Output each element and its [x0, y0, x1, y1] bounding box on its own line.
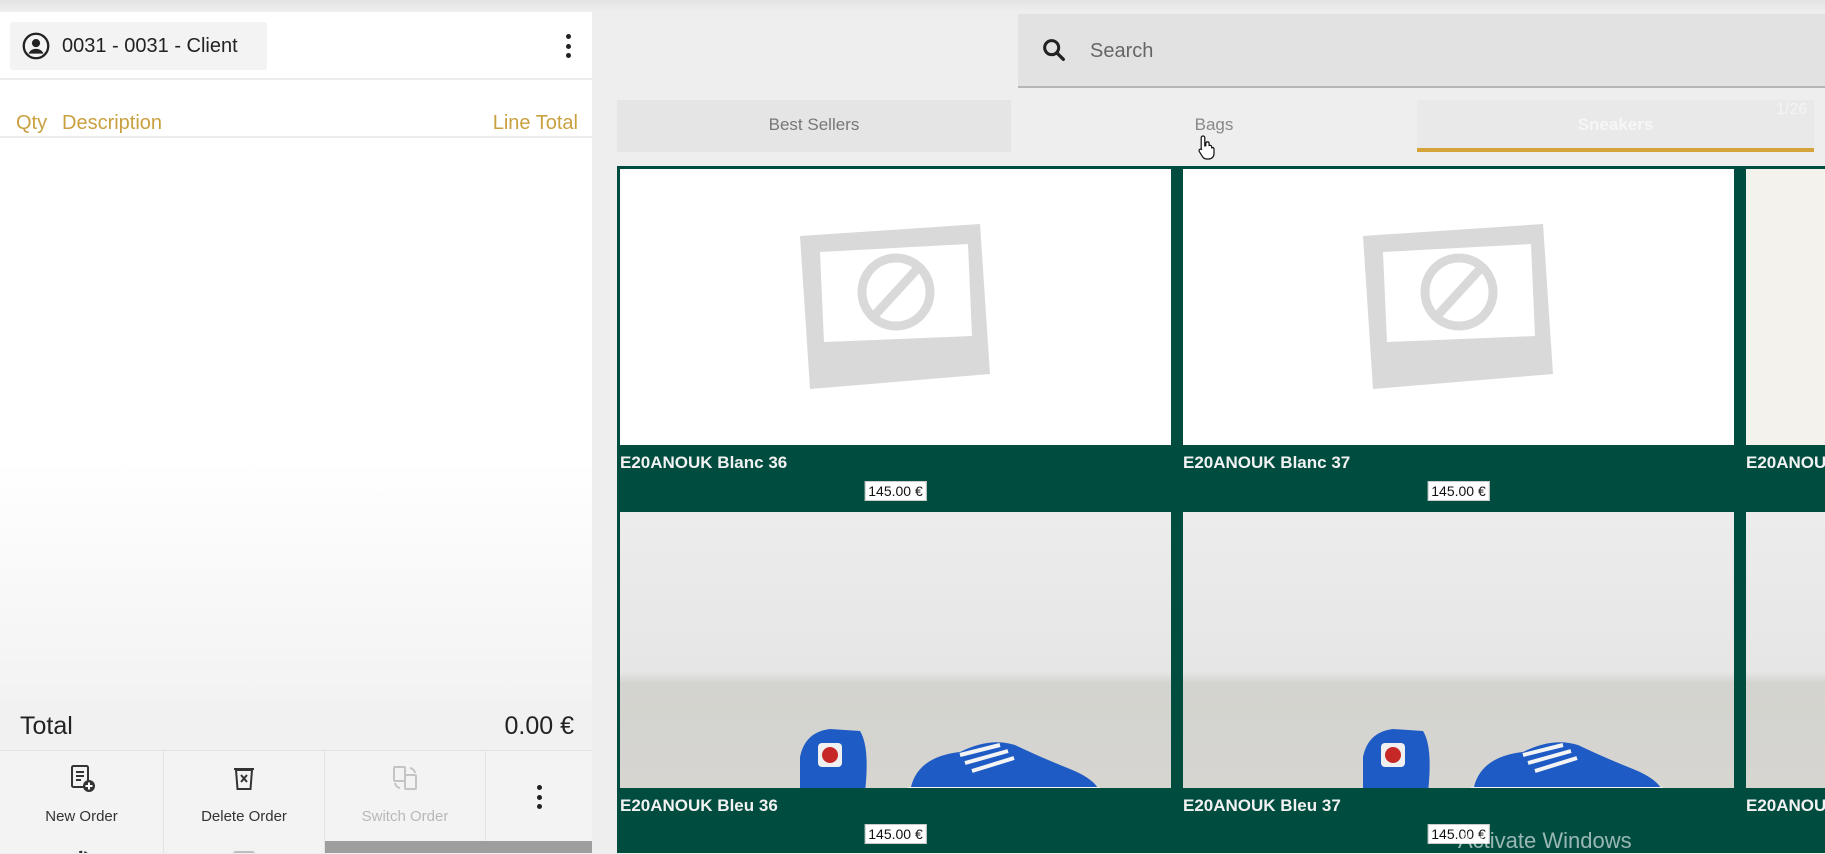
- product-name: E20ANOU: [1746, 796, 1825, 815]
- order-actions-bar: New Order Delete Order Switch Order: [0, 750, 592, 841]
- product-name: E20ANOU: [1746, 453, 1825, 472]
- switch-order-button[interactable]: Switch Order: [325, 751, 486, 841]
- product-image: [620, 512, 1171, 788]
- order-more-options-icon[interactable]: [564, 34, 572, 58]
- product-card[interactable]: E20ANOUK Blanc 37 145.00 €: [1180, 166, 1737, 507]
- order-table-header: Qty Description Line Total: [0, 98, 592, 148]
- product-card[interactable]: E20ANOU: [1743, 509, 1825, 850]
- product-image: [1183, 169, 1734, 445]
- tab-label: Best Sellers: [768, 115, 860, 134]
- new-order-button[interactable]: New Order: [0, 751, 164, 841]
- hand-cursor-icon: [1198, 135, 1215, 160]
- kebab-menu-icon: [535, 785, 543, 809]
- product-price: 145.00 €: [864, 824, 927, 844]
- trash-icon: [234, 768, 254, 790]
- product-name: E20ANOUK Blanc 36: [620, 453, 788, 472]
- new-order-icon: [70, 765, 95, 792]
- more-actions-button[interactable]: [486, 751, 592, 841]
- product-card[interactable]: E20ANOU: [1743, 166, 1825, 507]
- tab-sneakers[interactable]: Sneakers: [1417, 100, 1814, 152]
- product-price: 145.00 €: [864, 481, 927, 501]
- column-description: Description: [62, 112, 163, 134]
- product-image: [620, 169, 1171, 445]
- new-order-label: New Order: [45, 808, 118, 825]
- total-label: Total: [20, 712, 73, 740]
- settings-button[interactable]: [0, 841, 164, 853]
- sneaker-photo: [1363, 729, 1663, 788]
- switch-order-label: Switch Order: [361, 808, 449, 825]
- switch-order-icon: [393, 766, 417, 790]
- search-input[interactable]: [1088, 28, 1792, 74]
- product-grid: E20ANOUK Blanc 36 145.00 € E20ANOUK Blan…: [617, 166, 1825, 853]
- total-value: 0.00 €: [504, 712, 574, 740]
- product-image: [1746, 169, 1825, 445]
- product-card[interactable]: E20ANOUK Bleu 37 145.00 €: [1180, 509, 1737, 850]
- tab-label: Sneakers: [1577, 115, 1654, 134]
- product-image: [1183, 512, 1734, 788]
- pay-button[interactable]: [325, 841, 592, 853]
- no-image-icon: [1363, 224, 1553, 389]
- user-circle-icon: [22, 32, 50, 60]
- delete-order-label: Delete Order: [201, 808, 287, 825]
- tab-label: Bags: [1194, 115, 1234, 134]
- search-icon: [1043, 39, 1065, 61]
- divider: [0, 78, 592, 80]
- product-name: E20ANOUK Bleu 37: [1183, 796, 1341, 815]
- product-name: E20ANOUK Bleu 36: [620, 796, 778, 815]
- card-button[interactable]: [164, 841, 325, 853]
- secondary-actions-bar: [0, 841, 592, 853]
- product-price: 145.00 €: [1427, 481, 1490, 501]
- card-icon: [233, 851, 255, 853]
- window-top-strip: [0, 0, 1825, 12]
- total-row: Total 0.00 €: [0, 702, 592, 752]
- no-image-icon: [800, 224, 990, 389]
- activate-windows-watermark: Activate Windows: [1458, 828, 1632, 853]
- page-indicator: 1/26: [1776, 101, 1808, 118]
- order-lines-area: [0, 152, 592, 712]
- active-tab-indicator: [1417, 148, 1814, 152]
- sneaker-photo: [800, 729, 1100, 788]
- tab-best-sellers[interactable]: Best Sellers: [617, 100, 1011, 152]
- client-name: 0031 - 0031 - Client: [62, 34, 238, 57]
- divider: [0, 136, 592, 138]
- order-panel: 0031 - 0031 - Client Qty Description Lin…: [0, 12, 592, 853]
- product-card[interactable]: E20ANOUK Blanc 36 145.00 €: [617, 166, 1174, 507]
- product-name: E20ANOUK Blanc 37: [1183, 453, 1351, 472]
- client-selector[interactable]: 0031 - 0031 - Client: [10, 22, 267, 70]
- column-qty: Qty: [16, 112, 48, 134]
- gear-icon: [76, 850, 88, 853]
- column-line-total: Line Total: [492, 112, 578, 134]
- product-card[interactable]: E20ANOUK Bleu 36 145.00 €: [617, 509, 1174, 850]
- search-bar: [1018, 14, 1825, 88]
- delete-order-button[interactable]: Delete Order: [164, 751, 325, 841]
- product-image: [1746, 512, 1825, 788]
